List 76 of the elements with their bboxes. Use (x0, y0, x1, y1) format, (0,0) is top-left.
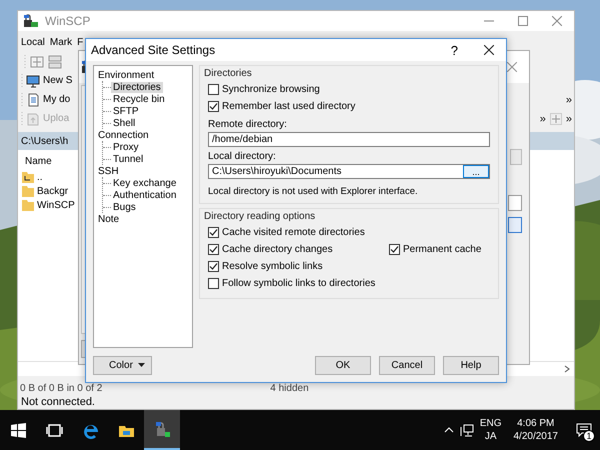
checkbox[interactable] (208, 278, 219, 289)
folder-icon (21, 184, 35, 198)
dropdown-arrow-icon (138, 363, 145, 367)
checkbox-label[interactable]: Cache visited remote directories (222, 227, 365, 238)
input-field[interactable]: /home/debian (208, 132, 490, 147)
color-button[interactable]: Color (93, 356, 152, 374)
windows-logo-icon (8, 420, 28, 440)
toolbar-label[interactable]: New S (43, 75, 72, 86)
checkbox[interactable] (208, 84, 219, 95)
browse-button[interactable]: ... (463, 165, 489, 178)
toolbar-label[interactable]: My do (43, 94, 70, 105)
status-text: 4 hidden (270, 383, 309, 395)
dialog-button[interactable]: Help (443, 356, 499, 374)
checkbox[interactable] (208, 101, 219, 112)
checkbox-label[interactable]: Follow symbolic links to directories (222, 278, 376, 289)
checkbox[interactable] (208, 244, 219, 255)
computer-icon[interactable] (26, 74, 40, 88)
tree-item[interactable]: Connection (96, 130, 151, 140)
overflow-chevron[interactable]: » (566, 94, 572, 106)
checkbox[interactable] (208, 227, 219, 238)
checkbox-label[interactable]: Synchronize browsing (222, 84, 320, 95)
tree-item[interactable]: Key exchange (111, 178, 178, 188)
status-text: 0 B of 0 B in 0 of 2 (20, 383, 102, 395)
dialog-button[interactable]: Cancel (379, 356, 435, 374)
tree-item[interactable]: SFTP (111, 106, 141, 116)
tree-item[interactable]: Proxy (111, 142, 141, 152)
folder-icon (21, 198, 35, 212)
group-title: Directory reading options (204, 211, 316, 222)
network-icon[interactable] (460, 424, 474, 436)
document-icon[interactable] (26, 92, 40, 106)
field-label: Local directory: (208, 151, 277, 164)
tree-item[interactable]: Shell (111, 118, 138, 128)
checkbox-label[interactable]: Cache directory changes (222, 244, 333, 255)
tree-item[interactable]: Tunnel (111, 154, 146, 164)
scroll-right-icon[interactable] (564, 365, 570, 373)
file-name[interactable]: WinSCP (37, 200, 75, 210)
maximize-icon[interactable] (518, 16, 528, 26)
clock-date[interactable]: 4/20/2017 (514, 430, 558, 443)
app-icon (23, 13, 39, 29)
tree-item[interactable]: Directories (111, 82, 163, 92)
checkbox-label[interactable]: Remember last used directory (222, 101, 356, 112)
hint-text: Local directory is not used with Explorer interface. (208, 186, 419, 197)
language-indicator[interactable]: ENG (480, 417, 502, 430)
tree-item[interactable]: Environment (96, 70, 156, 80)
checkbox[interactable] (208, 261, 219, 272)
status-text: Not connected. (20, 395, 96, 409)
clock-time[interactable]: 4:06 PM (517, 417, 554, 430)
menu-item[interactable]: Local (21, 36, 45, 48)
menu-item[interactable]: F (77, 36, 84, 48)
ime-indicator[interactable]: JA (484, 430, 496, 443)
checkbox[interactable] (389, 244, 400, 255)
dropdown[interactable] (508, 217, 522, 233)
message-icon (576, 423, 592, 437)
text-field[interactable] (508, 195, 522, 211)
notifications-button[interactable]: 1 (572, 415, 596, 445)
close-icon[interactable] (484, 45, 494, 55)
checkbox-label[interactable]: Permanent cache (403, 244, 482, 255)
input-field[interactable]: C:\Users\hiroyuki\Documents ... (208, 164, 490, 179)
menu-item[interactable]: Mark (50, 36, 72, 48)
file-name[interactable]: Backgr (37, 186, 68, 196)
tree-item[interactable]: Recycle bin (111, 94, 167, 104)
parent-folder-icon (21, 170, 35, 184)
tree-item[interactable]: Note (96, 214, 122, 224)
help-button[interactable]: ? (436, 40, 472, 60)
window-title: WinSCP (45, 14, 90, 28)
tree-item[interactable]: Bugs (111, 202, 138, 212)
notification-count: 1 (583, 430, 595, 442)
tree-item[interactable]: SSH (96, 166, 121, 176)
checkbox-label[interactable]: Resolve symbolic links (222, 261, 323, 272)
file-name[interactable]: .. (37, 172, 43, 182)
chevron-up-icon[interactable] (444, 427, 454, 433)
dialog-button[interactable]: OK (315, 356, 371, 374)
window-title: Advanced Site Settings (91, 43, 216, 57)
group-title: Directories (204, 68, 253, 79)
tree-item[interactable]: Authentication (111, 190, 178, 200)
field-label: Remote directory: (208, 119, 288, 132)
